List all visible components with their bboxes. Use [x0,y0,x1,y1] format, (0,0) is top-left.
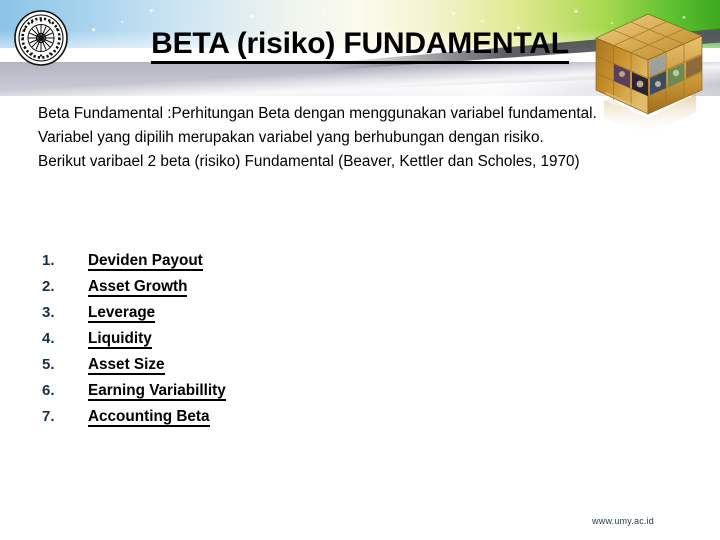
list-item-label: Asset Size [88,356,165,376]
body-content: Beta Fundamental :Perhitungan Beta denga… [38,104,668,176]
list-item-number: 1. [42,252,55,269]
list-item: 2. Asset Growth [42,278,226,304]
footer-website-url: www.umy.ac.id [592,516,654,526]
page-title-text: BETA (risiko) FUNDAMENTAL [151,28,569,64]
list-item-label: Leverage [88,304,156,324]
body-paragraph-3-text: Berikut varibael 2 beta (risiko) Fundame… [38,152,580,170]
body-paragraph-3: Berikut varibael 2 beta (risiko) Fundame… [38,152,668,172]
fundamental-beta-variable-list: 1. Deviden Payout 2. Asset Growth 3. Lev… [42,252,226,434]
body-paragraph-1: Beta Fundamental :Perhitungan Beta denga… [38,104,668,124]
body-paragraph-2-text: Variabel yang dipilih merupakan variabel… [38,128,544,146]
page-title: BETA (risiko) FUNDAMENTAL [0,28,720,64]
list-item: 7. Accounting Beta [42,408,226,434]
list-item-number: 2. [42,278,55,295]
list-item-number: 6. [42,382,55,399]
list-item-number: 3. [42,304,55,321]
body-paragraph-1-text: Beta Fundamental :Perhitungan Beta denga… [38,105,597,122]
list-item-number: 4. [42,330,55,347]
list-item-label: Deviden Payout [88,252,203,272]
list-item-label: Earning Variabillity [88,382,226,402]
body-paragraph-2: Variabel yang dipilih merupakan variabel… [38,128,668,148]
list-item: 5. Asset Size [42,356,226,382]
presentation-slide: BETA (risiko) FUNDAMENTAL Beta Fundament… [0,0,720,540]
list-item-number: 5. [42,356,55,373]
list-item-label: Accounting Beta [88,408,210,428]
list-item: 3. Leverage [42,304,226,330]
list-item: 6. Earning Variabillity [42,382,226,408]
list-item: 1. Deviden Payout [42,252,226,278]
list-item-label: Liquidity [88,330,152,350]
list-item: 4. Liquidity [42,330,226,356]
list-item-label: Asset Growth [88,278,188,298]
list-item-number: 7. [42,408,55,425]
